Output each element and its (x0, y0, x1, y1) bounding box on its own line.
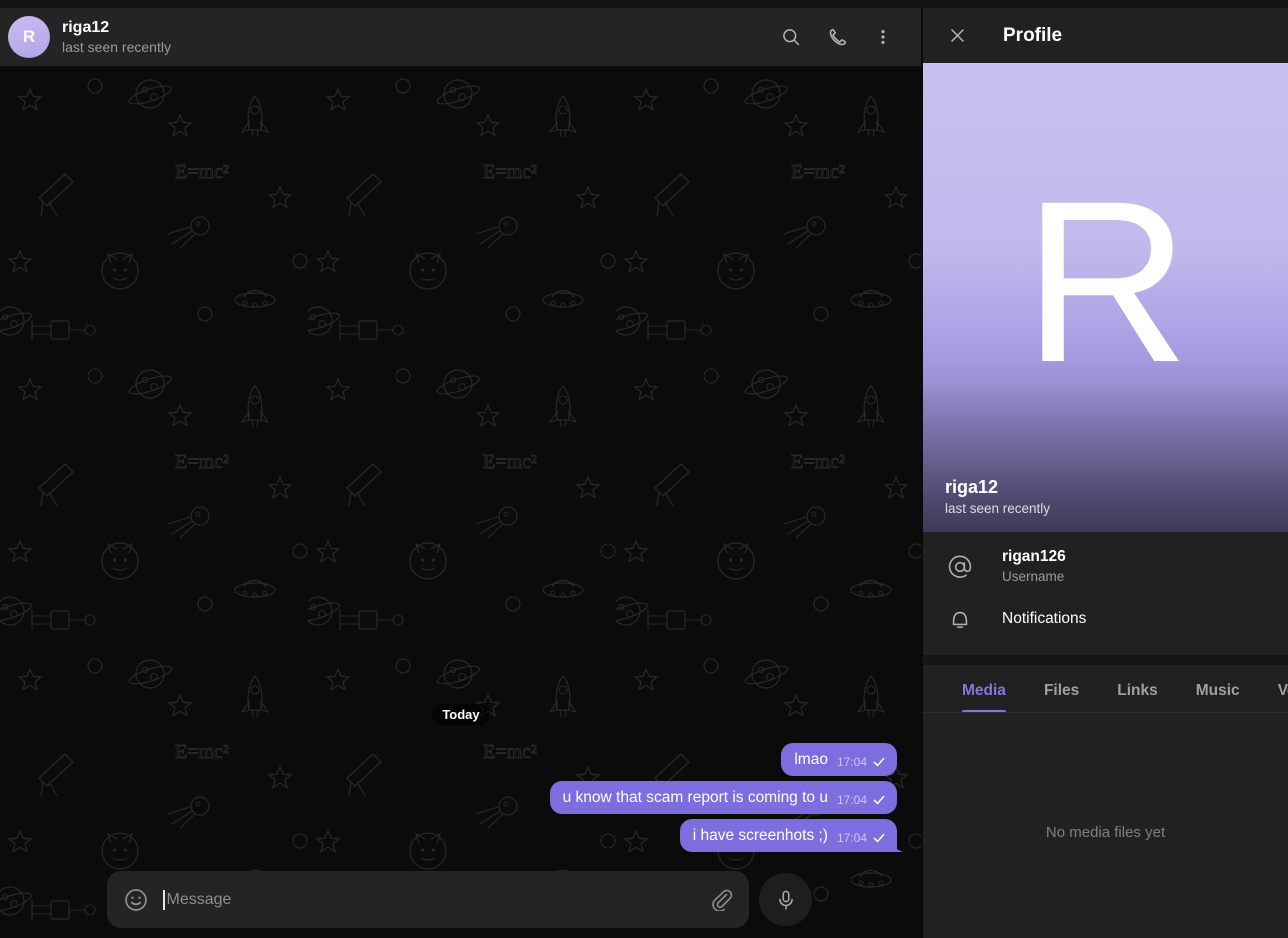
profile-panel: Profile R riga12 last seen recently riga… (923, 8, 1288, 938)
microphone-icon[interactable] (759, 873, 812, 926)
message-bubble[interactable]: i have screenhots ;) 17:04 (679, 819, 897, 852)
check-icon (873, 757, 885, 767)
paperclip-icon[interactable] (709, 887, 735, 913)
search-icon[interactable] (778, 24, 804, 50)
message-text: u know that scam report is coming to u (562, 789, 828, 806)
message-row: lmao 17:04 (0, 743, 922, 776)
chat-status: last seen recently (62, 39, 171, 55)
message-time: 17:04 (836, 793, 867, 807)
message-meta: 17:04 (837, 755, 886, 770)
profile-row-text: Notifications (1002, 609, 1086, 629)
chat-avatar[interactable]: R (8, 16, 50, 58)
message-composer: Message (107, 871, 812, 928)
profile-media-tabs: Media Files Links Music Voice (923, 665, 1288, 713)
window-top-strip (0, 0, 1288, 8)
chat-header: R riga12 last seen recently (0, 8, 922, 66)
composer-field[interactable]: Message (107, 871, 749, 928)
message-text: lmao (794, 751, 828, 768)
check-icon (873, 795, 885, 805)
tab-links[interactable]: Links (1098, 682, 1176, 713)
tab-music[interactable]: Music (1177, 682, 1259, 713)
profile-photo-meta: riga12 last seen recently (945, 476, 1050, 518)
date-separator: Today (432, 704, 490, 725)
close-icon[interactable] (945, 24, 969, 48)
profile-row-username[interactable]: rigan126 Username (923, 538, 1288, 595)
tabs-underline (923, 712, 1288, 713)
message-meta: 17:04 (837, 793, 886, 808)
chat-header-text[interactable]: riga12 last seen recently (62, 18, 778, 56)
profile-info-section: rigan126 Username Notifications (923, 532, 1288, 655)
tab-voice[interactable]: Voice (1259, 682, 1288, 713)
profile-row-text: rigan126 Username (1002, 547, 1066, 586)
chat-column: E=mc² (0, 8, 922, 938)
check-icon (873, 833, 885, 843)
chat-title: riga12 (62, 19, 110, 36)
message-time: 17:04 (836, 831, 867, 845)
phone-icon[interactable] (824, 24, 850, 50)
profile-row-notifications[interactable]: Notifications (923, 595, 1288, 643)
notifications-label: Notifications (1002, 610, 1087, 627)
tab-files[interactable]: Files (1025, 682, 1098, 713)
message-list: Today lmao 17:04 u know that scam report… (0, 66, 922, 938)
message-input[interactable]: Message (163, 885, 699, 915)
chat-avatar-letter: R (22, 27, 36, 46)
bell-icon (945, 604, 975, 634)
section-divider (923, 655, 1288, 665)
panel-divider (921, 8, 923, 938)
tab-media[interactable]: Media (943, 682, 1025, 713)
profile-name: riga12 (945, 477, 999, 497)
chat-header-actions (778, 24, 896, 50)
profile-photo-letter: R (1023, 153, 1189, 410)
username-value: rigan126 (1002, 548, 1066, 565)
profile-header: Profile (923, 8, 1288, 63)
message-row: i have screenhots ;) 17:04 (0, 819, 922, 852)
username-label: Username (1002, 569, 1065, 584)
message-time: 17:04 (836, 755, 867, 769)
smiley-icon[interactable] (123, 887, 149, 913)
message-bubble[interactable]: u know that scam report is coming to u 1… (549, 781, 897, 814)
telegram-window: E=mc² (0, 0, 1288, 938)
message-text: i have screenhots ;) (692, 827, 828, 844)
media-empty-text: No media files yet (1045, 823, 1166, 841)
media-empty-state: No media files yet (923, 713, 1288, 938)
message-row: u know that scam report is coming to u 1… (0, 781, 922, 814)
message-meta: 17:04 (837, 831, 886, 846)
message-placeholder: Message (166, 890, 232, 908)
profile-status: last seen recently (945, 501, 1051, 516)
message-bubble[interactable]: lmao 17:04 (781, 743, 897, 776)
more-vertical-icon[interactable] (870, 24, 896, 50)
text-caret (163, 889, 165, 910)
at-icon (945, 552, 975, 582)
profile-photo[interactable]: R riga12 last seen recently (923, 63, 1288, 532)
profile-title: Profile (1003, 24, 1063, 46)
